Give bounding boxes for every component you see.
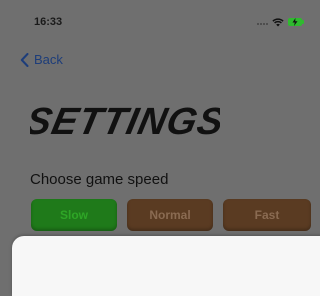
chevron-left-icon xyxy=(20,52,29,67)
status-time: 16:33 xyxy=(34,16,63,28)
bottom-sheet[interactable] xyxy=(12,236,320,296)
speed-normal-button[interactable]: Normal xyxy=(127,199,213,231)
speed-fast-button[interactable]: Fast xyxy=(223,199,311,231)
page-title-text: SETTINGS xyxy=(30,100,220,143)
speed-slow-button[interactable]: Slow xyxy=(31,199,117,231)
status-bar: 16:33 xyxy=(0,0,316,44)
page-title: SETTINGS xyxy=(30,100,220,143)
speed-prompt: Choose game speed xyxy=(30,171,169,188)
back-label: Back xyxy=(34,52,63,67)
speed-selector: Slow Normal Fast xyxy=(31,199,311,231)
signal-icon xyxy=(257,19,268,25)
battery-charging-icon xyxy=(288,18,304,26)
wifi-icon xyxy=(272,18,284,27)
status-icons xyxy=(257,16,304,28)
back-button[interactable]: Back xyxy=(20,52,63,67)
